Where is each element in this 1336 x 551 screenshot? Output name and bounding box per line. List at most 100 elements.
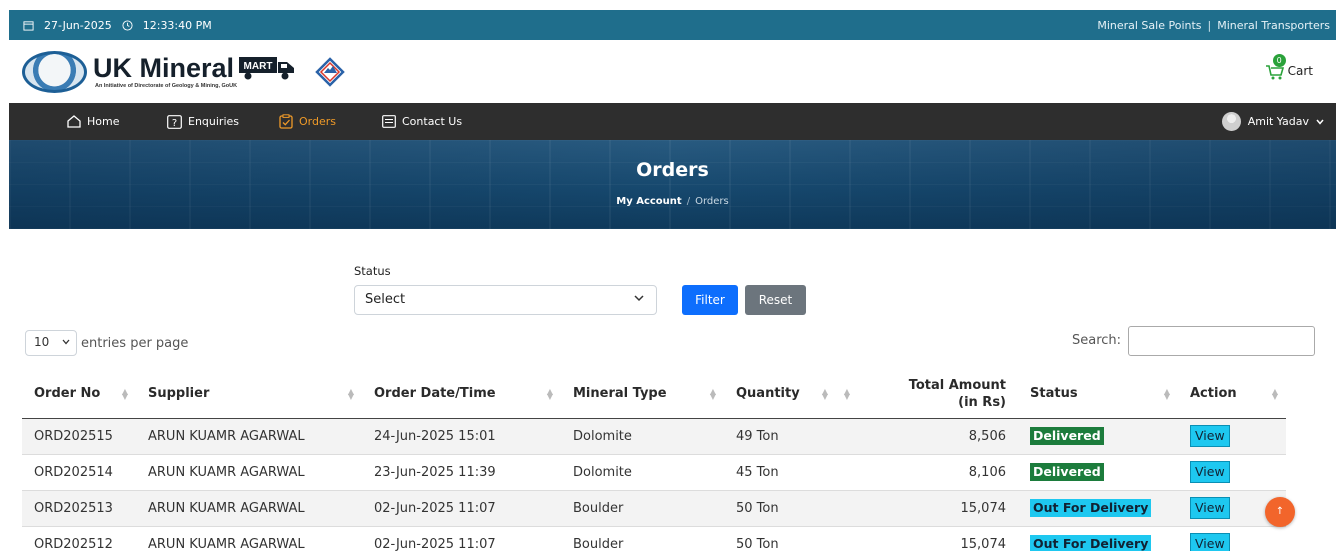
svg-text:?: ?: [172, 118, 177, 129]
sort-icon: ▲ ▼: [709, 387, 716, 401]
breadcrumb: My Account / Orders: [9, 196, 1336, 207]
entries-value: 10: [34, 335, 50, 349]
breadcrumb-my-account[interactable]: My Account: [616, 196, 681, 207]
reset-button[interactable]: Reset: [745, 285, 806, 315]
view-button[interactable]: View: [1190, 461, 1230, 483]
state-seal-icon: [22, 51, 87, 93]
link-mineral-sale-points[interactable]: Mineral Sale Points: [1097, 19, 1201, 32]
action-cell: View: [1178, 526, 1286, 551]
nav-item-home[interactable]: Home: [67, 103, 119, 140]
table-header-row: Order No ▲ ▼ Supplier ▲ ▼ Order Date/Time ▲ ▼ …: [22, 370, 1286, 419]
breadcrumb-current: Orders: [695, 196, 729, 207]
mineral-cell: Boulder: [561, 526, 724, 551]
home-icon: [67, 115, 81, 128]
sort-icon: ▲ ▼: [121, 387, 128, 401]
nav-item-label: Orders: [299, 115, 336, 128]
nav-item-enquiries[interactable]: ? Enquiries: [167, 103, 239, 140]
cart-label: Cart: [1287, 64, 1313, 78]
quantity-cell: 49 Ton: [724, 418, 858, 455]
mineral-cell: Dolomite: [561, 454, 724, 491]
filter-button[interactable]: Filter: [682, 285, 738, 315]
nav-item-contact-us[interactable]: Contact Us: [382, 103, 462, 140]
user-menu[interactable]: Amit Yadav: [1221, 103, 1324, 140]
cart-button[interactable]: 0 Cart: [1264, 54, 1313, 82]
brand-subtitle: An Initiative of Directorate of Geology …: [95, 82, 238, 89]
orders-table: Order No ▲ ▼ Supplier ▲ ▼ Order Date/Time ▲ ▼ …: [22, 370, 1286, 551]
quantity-cell: 50 Ton: [724, 526, 858, 551]
status-cell: Delivered: [1018, 418, 1178, 455]
search-input[interactable]: [1128, 326, 1315, 356]
chevron-down-icon: [634, 295, 644, 302]
quantity-cell: 50 Ton: [724, 490, 858, 527]
main-nav: Home ? Enquiries Orders Contact Us Amit …: [9, 103, 1336, 140]
clock-icon: [122, 20, 133, 31]
order-no-cell: ORD202514: [22, 454, 136, 491]
breadcrumb-separator: /: [686, 196, 691, 207]
current-date: 27-Jun-2025: [44, 19, 112, 32]
status-badge: Out For Delivery: [1030, 535, 1152, 551]
column-header-order-date[interactable]: Order Date/Time ▲ ▼: [362, 370, 561, 419]
question-box-icon: ?: [167, 114, 182, 129]
sort-icon: ▲ ▼: [1271, 387, 1278, 401]
column-header-quantity[interactable]: Quantity ▲ ▼ ▲ ▼: [724, 370, 858, 419]
sort-icon: ▲ ▼: [347, 387, 354, 401]
cart-icon: 0: [1264, 54, 1286, 82]
entries-select[interactable]: 10: [25, 330, 77, 356]
column-header-order-no[interactable]: Order No ▲ ▼: [22, 370, 136, 419]
datetime-cell: 23-Jun-2025 11:39: [362, 454, 561, 491]
view-button[interactable]: View: [1190, 497, 1230, 519]
scroll-to-top-button[interactable]: ↑: [1265, 497, 1295, 527]
user-name: Amit Yadav: [1247, 115, 1309, 128]
column-header-supplier[interactable]: Supplier ▲ ▼: [136, 370, 362, 419]
nav-item-orders[interactable]: Orders: [279, 103, 336, 140]
column-header-action[interactable]: Action ▲ ▼: [1178, 370, 1286, 419]
search-label: Search:: [1072, 333, 1122, 348]
status-select[interactable]: Select: [354, 285, 657, 315]
current-time: 12:33:40 PM: [142, 19, 212, 32]
view-button[interactable]: View: [1190, 425, 1230, 447]
amount-cell: 8,506: [858, 418, 1018, 455]
table-row: ORD202515 ARUN KUAMR AGARWAL 24-Jun-2025…: [22, 418, 1286, 455]
clipboard-check-icon: [279, 114, 293, 129]
status-filter-label: Status: [354, 264, 391, 278]
mart-truck-icon: MART: [239, 57, 295, 80]
arrow-up-icon: ↑: [1275, 506, 1285, 517]
mineral-cell: Dolomite: [561, 418, 724, 455]
amount-cell: 15,074: [858, 526, 1018, 551]
datetime-display: 27-Jun-2025 12:33:40 PM: [23, 19, 212, 32]
status-select-value: Select: [365, 292, 406, 307]
view-button[interactable]: View: [1190, 533, 1230, 551]
supplier-cell: ARUN KUAMR AGARWAL: [136, 526, 362, 551]
column-header-status[interactable]: Status ▲ ▼: [1018, 370, 1178, 419]
amount-cell: 8,106: [858, 454, 1018, 491]
site-logo[interactable]: UK Mineral MART An Initiative of Directo…: [22, 51, 346, 93]
status-cell: Out For Delivery: [1018, 526, 1178, 551]
avatar: [1221, 112, 1241, 131]
nav-item-label: Enquiries: [188, 115, 240, 128]
cart-count-badge: 0: [1272, 54, 1286, 67]
status-badge: Out For Delivery: [1030, 499, 1152, 517]
status-badge: Delivered: [1030, 427, 1104, 445]
supplier-cell: ARUN KUAMR AGARWAL: [136, 454, 362, 491]
calendar-icon: [23, 21, 34, 31]
mineral-cell: Boulder: [561, 490, 724, 527]
link-divider: |: [1207, 19, 1212, 32]
table-row: ORD202513 ARUN KUAMR AGARWAL 02-Jun-2025…: [22, 490, 1286, 527]
supplier-cell: ARUN KUAMR AGARWAL: [136, 490, 362, 527]
table-row: ORD202512 ARUN KUAMR AGARWAL 02-Jun-2025…: [22, 526, 1286, 551]
message-icon: [382, 115, 396, 128]
site-header: UK Mineral MART An Initiative of Directo…: [9, 40, 1336, 103]
entries-per-page: 10 entries per page: [25, 330, 188, 356]
column-header-mineral-type[interactable]: Mineral Type ▲ ▼: [561, 370, 724, 419]
supplier-cell: ARUN KUAMR AGARWAL: [136, 418, 362, 455]
nav-item-label: Contact Us: [402, 115, 463, 128]
column-header-total-amount[interactable]: Total Amount (in Rs): [858, 370, 1018, 419]
sort-icon: ▲ ▼: [546, 387, 553, 401]
status-cell: Out For Delivery: [1018, 490, 1178, 527]
sort-icon: ▲ ▼: [821, 387, 828, 401]
chevron-down-icon: [1316, 119, 1324, 125]
brand-title: UK Mineral: [93, 52, 235, 83]
action-cell: View: [1178, 418, 1286, 455]
status-cell: Delivered: [1018, 454, 1178, 491]
link-mineral-transporters[interactable]: Mineral Transporters: [1217, 19, 1330, 32]
